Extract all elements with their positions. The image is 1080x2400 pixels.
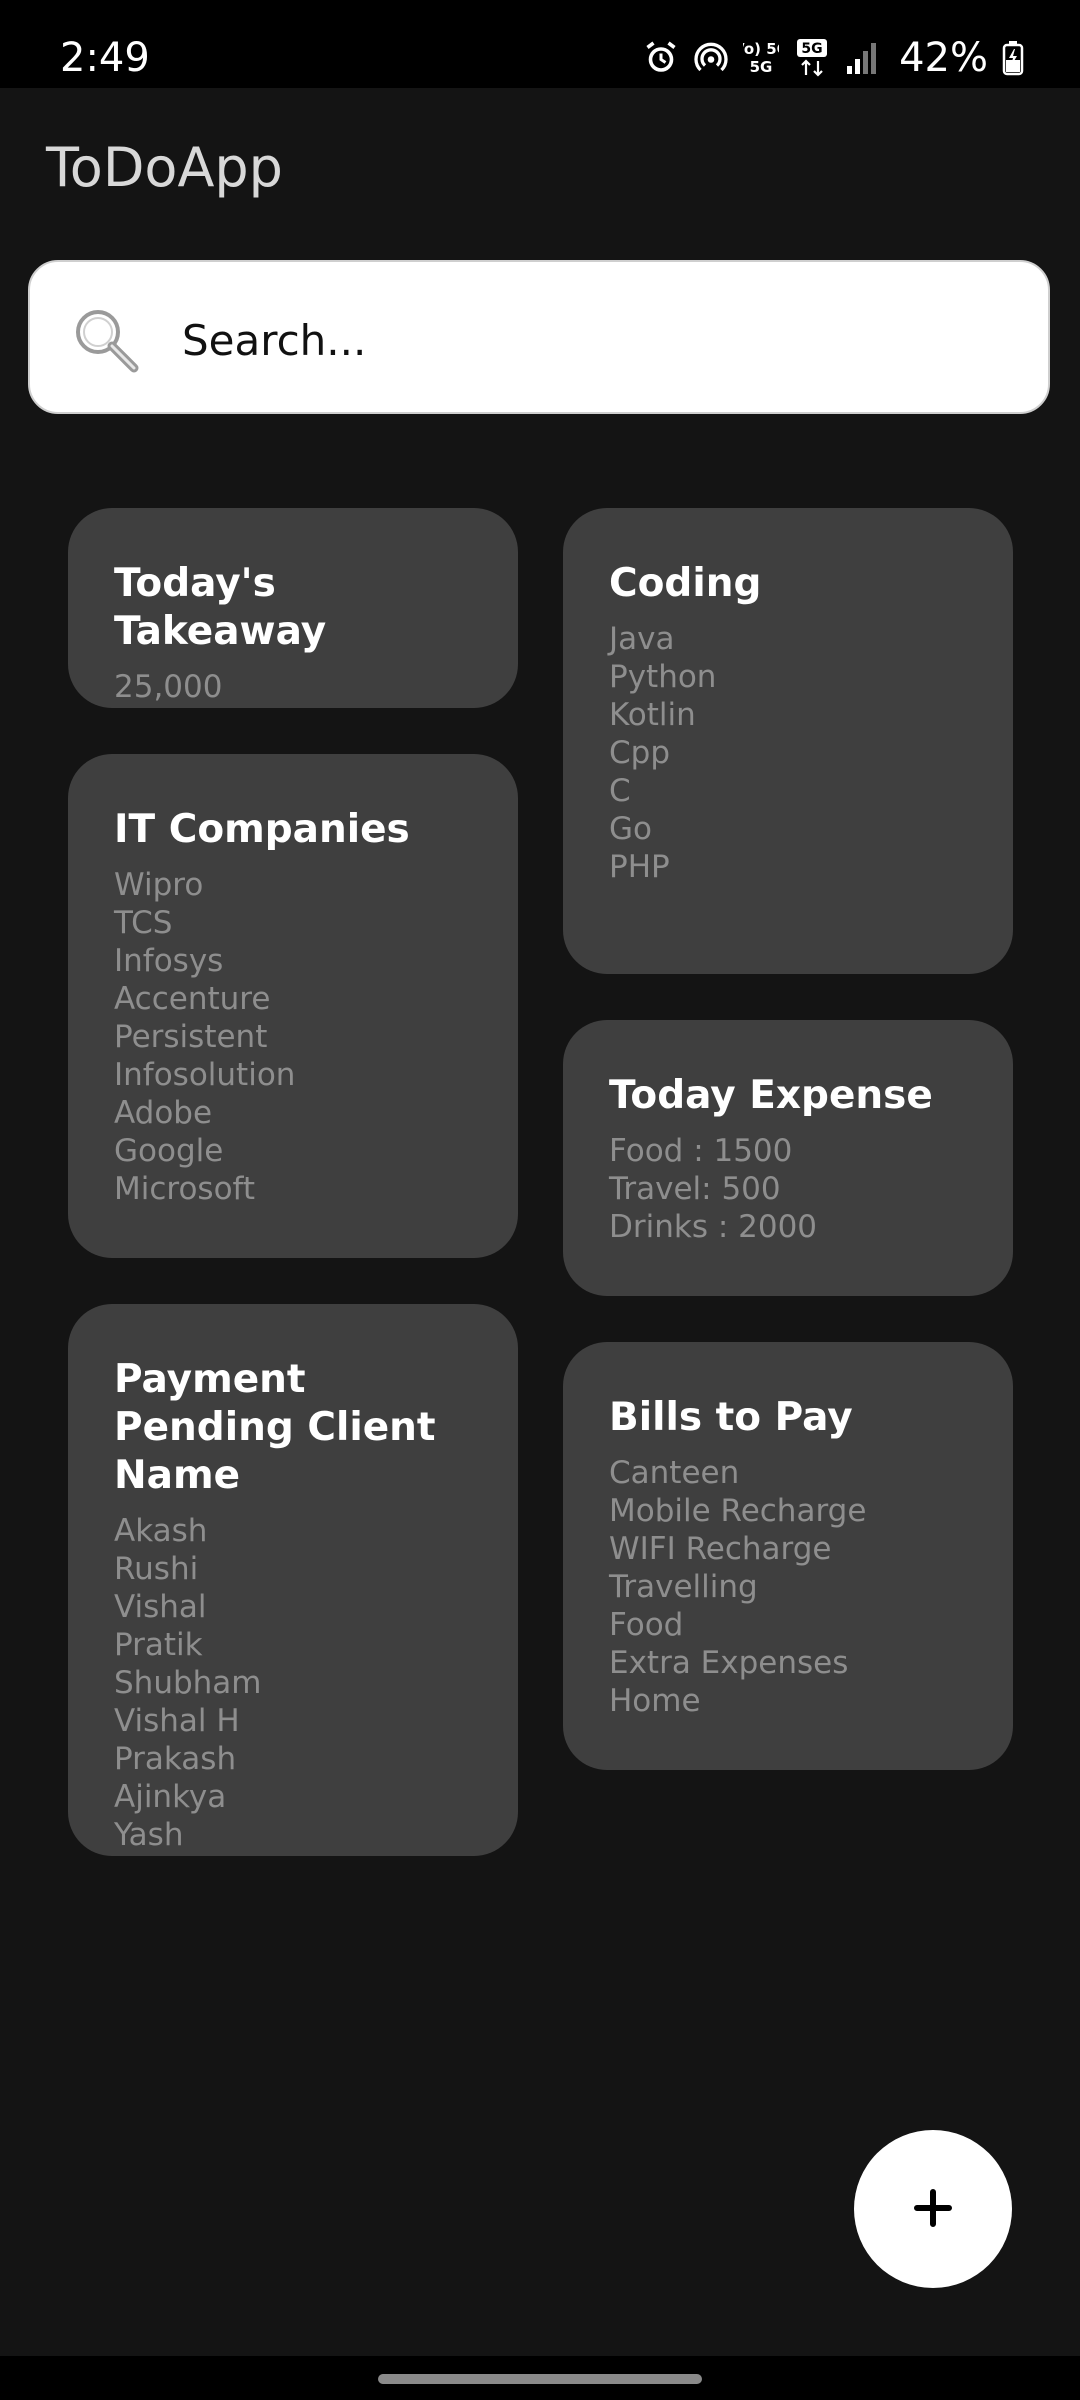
note-body: Food : 1500 Travel: 500 Drinks : 2000 — [609, 1133, 818, 1245]
battery-charging-icon — [1002, 40, 1024, 76]
network-type-label: 5G — [801, 41, 822, 57]
svg-text:5G: 5G — [750, 58, 773, 76]
note-body: Canteen Mobile Recharge WIFI Recharge Tr… — [609, 1455, 867, 1719]
note-card[interactable]: Bills to Pay Canteen Mobile Recharge WIF… — [563, 1342, 1013, 1770]
note-card[interactable]: Today's Takeaway 25,000 — [68, 508, 518, 708]
note-card[interactable]: Today Expense Food : 1500 Travel: 500 Dr… — [563, 1020, 1013, 1296]
status-bar: 2:49 Vo) 5G5G 5G 42% — [0, 0, 1080, 88]
note-title: Payment Pending Client Name — [114, 1357, 436, 1498]
search-icon — [72, 306, 142, 376]
note-title: IT Companies — [114, 807, 410, 852]
note-title: Bills to Pay — [609, 1395, 853, 1440]
hotspot-icon — [693, 40, 729, 76]
status-time: 2:49 — [60, 35, 150, 81]
battery-percent: 42% — [899, 35, 988, 81]
alarm-icon — [643, 40, 679, 76]
note-card[interactable]: Coding Java Python Kotlin Cpp C Go PHP — [563, 508, 1013, 974]
note-body: Java Python Kotlin Cpp C Go PHP — [609, 621, 717, 885]
signal-icon — [845, 40, 879, 76]
note-body: 25,000 — [114, 669, 223, 705]
plus-icon — [913, 2188, 953, 2231]
volte-label: Vo) 5G — [743, 40, 779, 58]
note-card[interactable]: IT Companies Wipro TCS Infosys Accenture… — [68, 754, 518, 1258]
note-body: Akash Rushi Vishal Pratik Shubham Vishal… — [114, 1513, 262, 1853]
volte-icon: Vo) 5G5G — [743, 38, 779, 78]
status-icons: Vo) 5G5G 5G 42% — [643, 28, 1024, 88]
search-bar[interactable] — [28, 260, 1050, 414]
search-input[interactable] — [180, 302, 1004, 378]
note-title: Today Expense — [609, 1073, 933, 1118]
note-body: Wipro TCS Infosys Accenture Persistent I… — [114, 867, 296, 1207]
5g-data-icon: 5G — [793, 37, 831, 79]
app-bar: ToDoApp — [0, 88, 1080, 258]
add-note-button[interactable] — [854, 2130, 1012, 2288]
note-card[interactable]: Payment Pending Client Name Akash Rushi … — [68, 1304, 518, 1856]
navigation-bar — [0, 2356, 1080, 2400]
home-indicator[interactable] — [378, 2374, 702, 2384]
app-title: ToDoApp — [46, 136, 283, 199]
note-title: Coding — [609, 561, 762, 606]
note-title: Today's Takeaway — [114, 561, 327, 654]
